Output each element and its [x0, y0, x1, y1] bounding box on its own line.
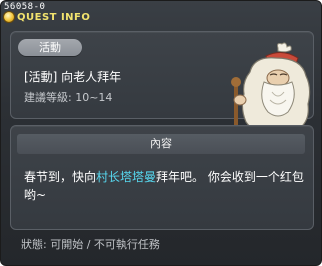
category-badge: 活動 [18, 39, 82, 56]
description-text: 春节到，快向 [24, 170, 97, 184]
level-requirement: 建議等級: 10~14 [24, 91, 113, 104]
quest-name: [活動] 向老人拜年 [24, 70, 122, 84]
quest-info-icon [4, 12, 14, 22]
quest-status: 狀態: 可開始 / 不可執行任務 [21, 238, 160, 251]
title-bar[interactable]: 56058-0 QUEST INFO [1, 1, 321, 25]
quest-description: 春节到，快向村长塔塔曼拜年吧。 你会收到一个红包哟~ [24, 168, 304, 204]
quest-id: 56058-0 [4, 2, 46, 12]
content-section-header: 內容 [17, 134, 305, 154]
quest-info-window: 56058-0 QUEST INFO 活動 [活動] 向老人拜年 建議等級: 1… [0, 0, 322, 266]
quest-summary-panel: 活動 [活動] 向老人拜年 建議等級: 10~14 [10, 31, 314, 139]
quest-content-panel: 內容 春节到，快向村长塔塔曼拜年吧。 你会收到一个红包哟~ [10, 125, 314, 230]
npc-name-link[interactable]: 村长塔塔曼 [96, 170, 156, 184]
window-title: QUEST INFO [17, 12, 91, 23]
